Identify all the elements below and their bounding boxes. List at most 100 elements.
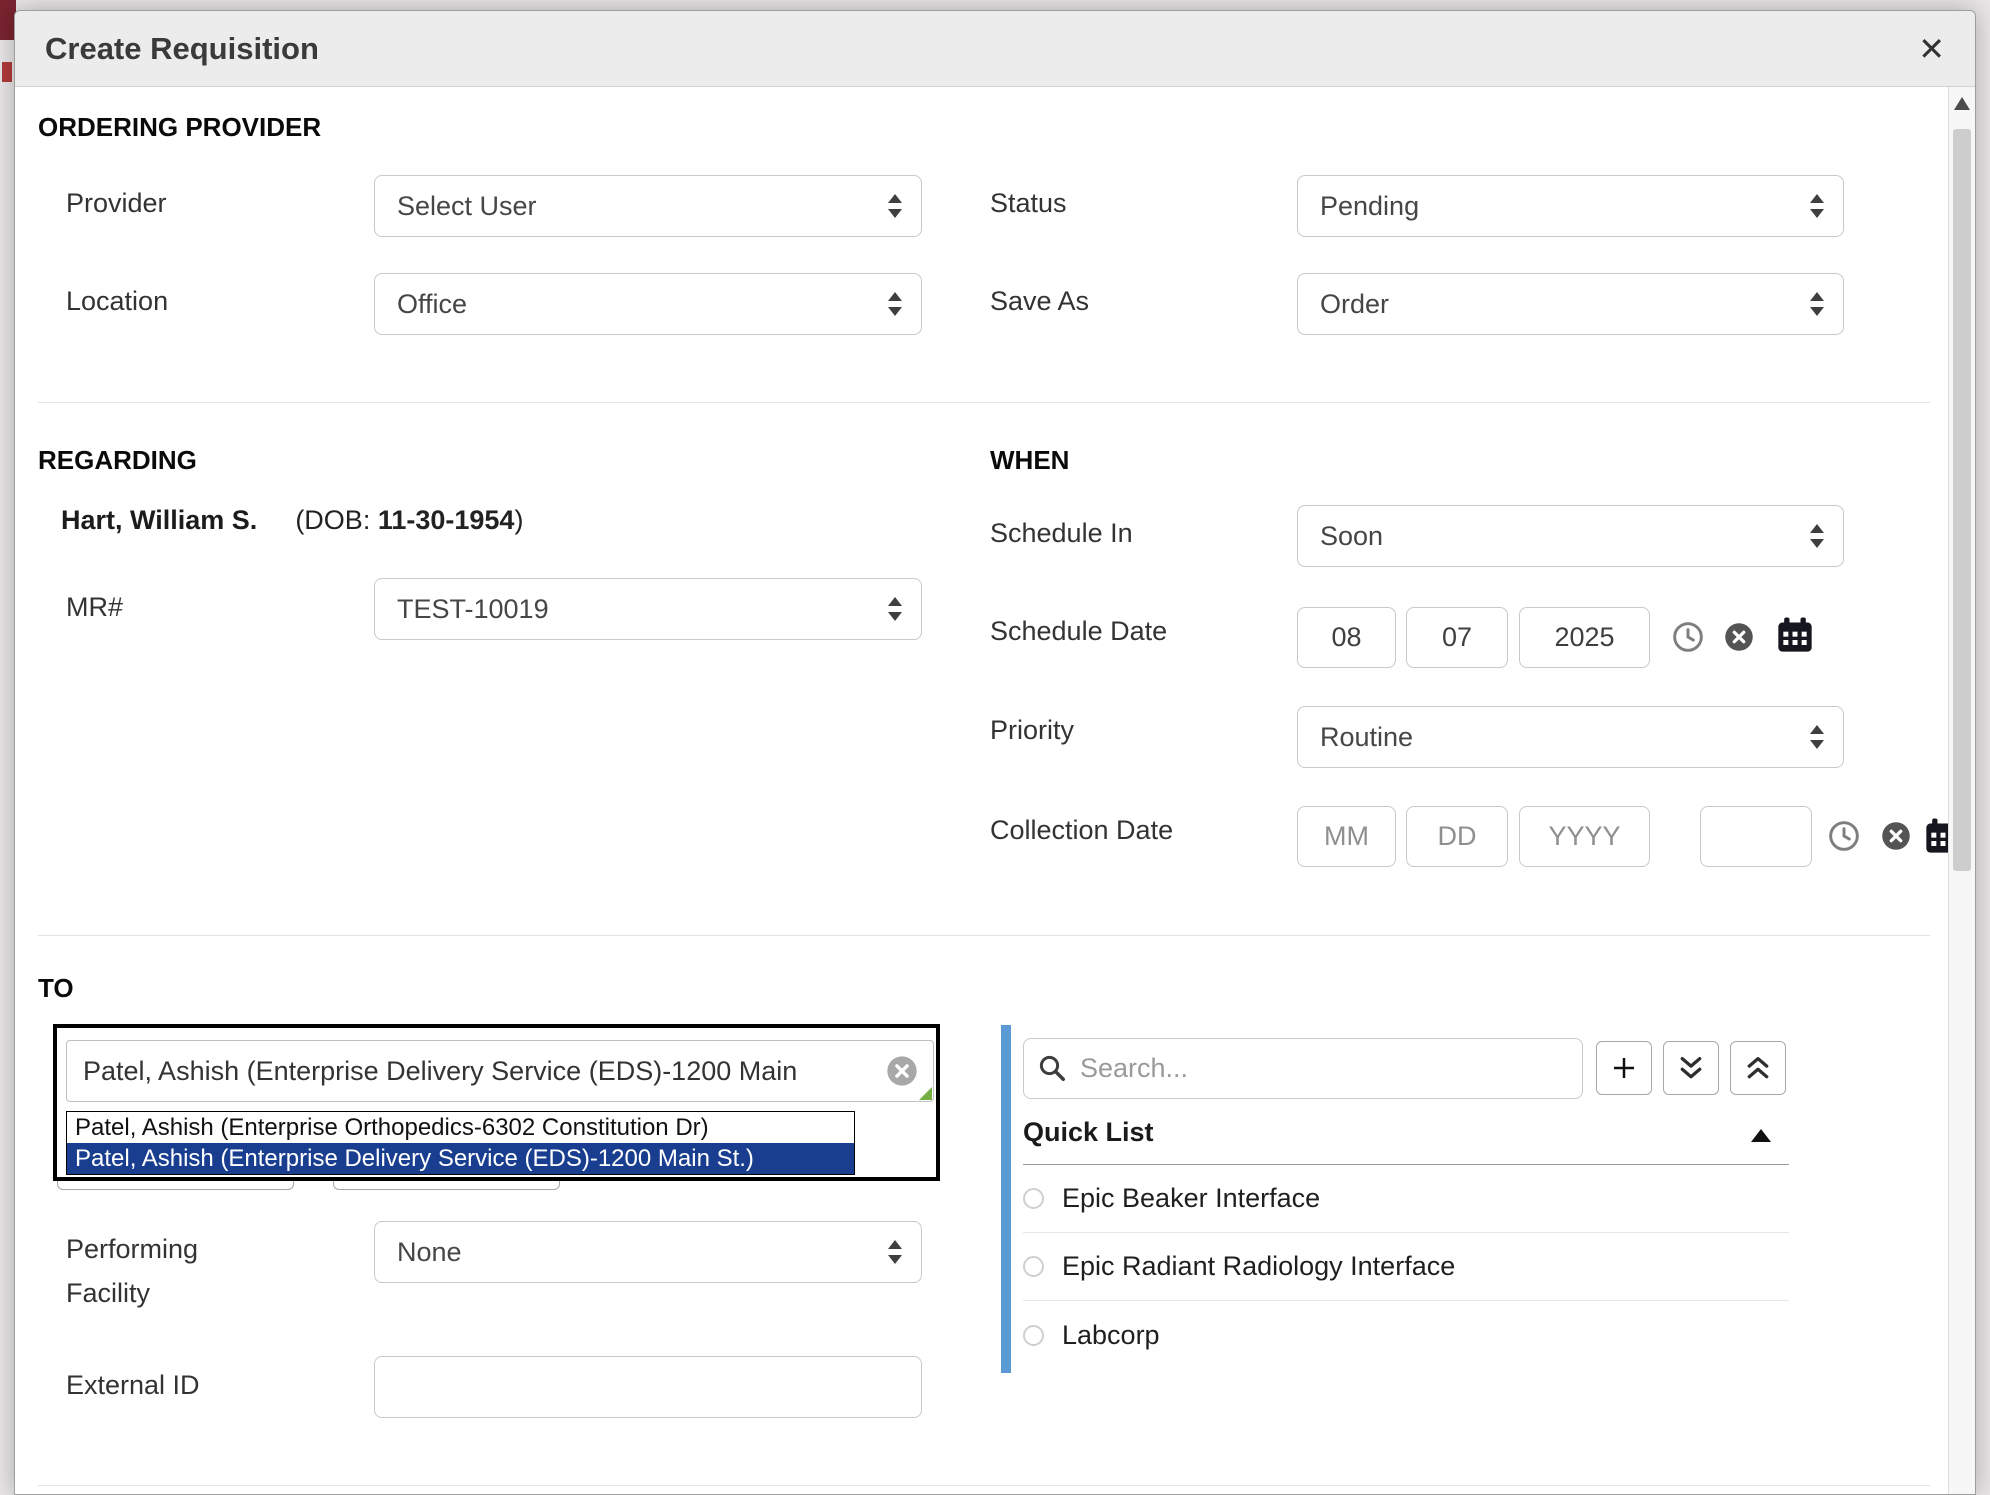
create-requisition-modal: Create Requisition ✕ ORDERING PROVIDER P… (14, 10, 1976, 1495)
radio-icon[interactable] (1023, 1188, 1044, 1209)
clear-date-icon[interactable] (1881, 821, 1911, 851)
bottom-divider (38, 1485, 1930, 1486)
location-label: Location (66, 286, 168, 317)
collapse-triangle-icon[interactable] (1751, 1129, 1771, 1142)
resize-grip-icon[interactable] (919, 1087, 932, 1100)
status-select-value: Pending (1320, 191, 1419, 222)
when-heading: WHEN (990, 445, 1069, 476)
save-as-label: Save As (990, 286, 1089, 317)
performing-facility-select-value: None (397, 1237, 462, 1268)
to-heading: TO (38, 973, 74, 1004)
status-label: Status (990, 188, 1067, 219)
clear-input-icon[interactable] (886, 1055, 918, 1087)
priority-label: Priority (990, 715, 1074, 746)
mr-select[interactable]: TEST-10019 (374, 578, 922, 640)
caret-updown-icon (1807, 521, 1827, 551)
plus-icon (1609, 1053, 1639, 1083)
patient-dob: (DOB: 11-30-1954) (295, 505, 523, 536)
collection-month-input[interactable] (1297, 806, 1396, 867)
provider-label: Provider (66, 188, 167, 219)
mr-select-value: TEST-10019 (397, 594, 549, 625)
calendar-icon[interactable] (1775, 615, 1815, 655)
schedule-in-select-value: Soon (1320, 521, 1383, 552)
collection-day-input[interactable] (1406, 806, 1508, 867)
patient-line: Hart, William S. (DOB: 11-30-1954) (61, 505, 523, 536)
collection-time-input[interactable] (1700, 806, 1812, 867)
status-select[interactable]: Pending (1297, 175, 1844, 237)
collection-date-label: Collection Date (990, 815, 1173, 846)
quick-list-item[interactable]: Epic Beaker Interface (1023, 1165, 1789, 1233)
caret-updown-icon (1807, 191, 1827, 221)
radio-icon[interactable] (1023, 1325, 1044, 1346)
mr-label: MR# (66, 592, 123, 623)
dob-suffix: ) (514, 505, 523, 535)
dob-value: 11-30-1954 (378, 505, 515, 535)
search-icon (1037, 1053, 1067, 1083)
caret-updown-icon (885, 289, 905, 319)
modal-title: Create Requisition (45, 31, 319, 67)
caret-updown-icon (1807, 722, 1827, 752)
patient-name: Hart, William S. (61, 505, 257, 536)
quick-list: Epic Beaker Interface Epic Radiant Radio… (1023, 1164, 1789, 1369)
search-box (1023, 1038, 1583, 1099)
caret-updown-icon (885, 1237, 905, 1267)
provider-select[interactable]: Select User (374, 175, 922, 237)
quick-list-item-label: Epic Beaker Interface (1062, 1183, 1320, 1214)
clock-icon[interactable] (1672, 621, 1704, 653)
quick-list-item[interactable]: Epic Radiant Radiology Interface (1023, 1233, 1789, 1301)
schedule-year-input[interactable] (1519, 607, 1650, 668)
scroll-up-arrow-icon[interactable] (1954, 97, 1970, 110)
location-select-value: Office (397, 289, 467, 320)
quick-list-item[interactable]: Labcorp (1023, 1301, 1789, 1369)
quick-list-header[interactable]: Quick List (1023, 1117, 1789, 1148)
quick-list-item-label: Labcorp (1062, 1320, 1160, 1351)
suggestion-item-selected[interactable]: Patel, Ashish (Enterprise Delivery Servi… (67, 1143, 854, 1174)
provider-select-value: Select User (397, 191, 537, 222)
panel-accent-bar (1001, 1025, 1011, 1373)
recipient-input[interactable] (66, 1040, 934, 1102)
caret-updown-icon (1807, 289, 1827, 319)
search-input[interactable] (1023, 1038, 1583, 1099)
external-id-label: External ID (66, 1370, 200, 1401)
regarding-heading: REGARDING (38, 445, 197, 476)
schedule-date-label: Schedule Date (990, 616, 1167, 647)
save-as-select[interactable]: Order (1297, 273, 1844, 335)
section-divider (38, 402, 1930, 403)
clock-icon[interactable] (1828, 820, 1860, 852)
close-icon[interactable]: ✕ (1918, 33, 1945, 65)
background-artifact (2, 62, 12, 82)
expand-all-button[interactable] (1663, 1041, 1719, 1095)
priority-select-value: Routine (1320, 722, 1413, 753)
collection-year-input[interactable] (1519, 806, 1650, 867)
schedule-in-label: Schedule In (990, 518, 1133, 549)
schedule-day-input[interactable] (1406, 607, 1508, 668)
collapse-all-button[interactable] (1730, 1041, 1786, 1095)
suggestion-item[interactable]: Patel, Ashish (Enterprise Orthopedics-63… (67, 1112, 854, 1143)
external-id-input[interactable] (374, 1356, 922, 1418)
location-select[interactable]: Office (374, 273, 922, 335)
double-chevron-up-icon (1743, 1053, 1773, 1083)
suggestion-list: Patel, Ashish (Enterprise Orthopedics-63… (66, 1111, 855, 1175)
schedule-month-input[interactable] (1297, 607, 1396, 668)
caret-updown-icon (885, 191, 905, 221)
double-chevron-down-icon (1676, 1053, 1706, 1083)
section-divider (38, 935, 1930, 936)
save-as-select-value: Order (1320, 289, 1389, 320)
caret-updown-icon (885, 594, 905, 624)
recipient-combobox: Patel, Ashish (Enterprise Orthopedics-63… (53, 1024, 940, 1181)
performing-facility-select[interactable]: None (374, 1221, 922, 1283)
modal-header: Create Requisition ✕ (15, 11, 1975, 87)
radio-icon[interactable] (1023, 1256, 1044, 1277)
modal-body: ORDERING PROVIDER Provider Select User S… (15, 87, 1975, 1494)
priority-select[interactable]: Routine (1297, 706, 1844, 768)
performing-facility-label: Performing Facility (66, 1227, 286, 1315)
add-button[interactable] (1596, 1041, 1652, 1095)
quick-list-item-label: Epic Radiant Radiology Interface (1062, 1251, 1455, 1282)
ordering-provider-heading: ORDERING PROVIDER (38, 112, 321, 143)
clear-date-icon[interactable] (1724, 622, 1754, 652)
scrollbar[interactable] (1948, 87, 1975, 1494)
quick-list-title: Quick List (1023, 1117, 1154, 1147)
dob-prefix: (DOB: (295, 505, 378, 535)
scrollbar-thumb[interactable] (1953, 129, 1971, 871)
schedule-in-select[interactable]: Soon (1297, 505, 1844, 567)
